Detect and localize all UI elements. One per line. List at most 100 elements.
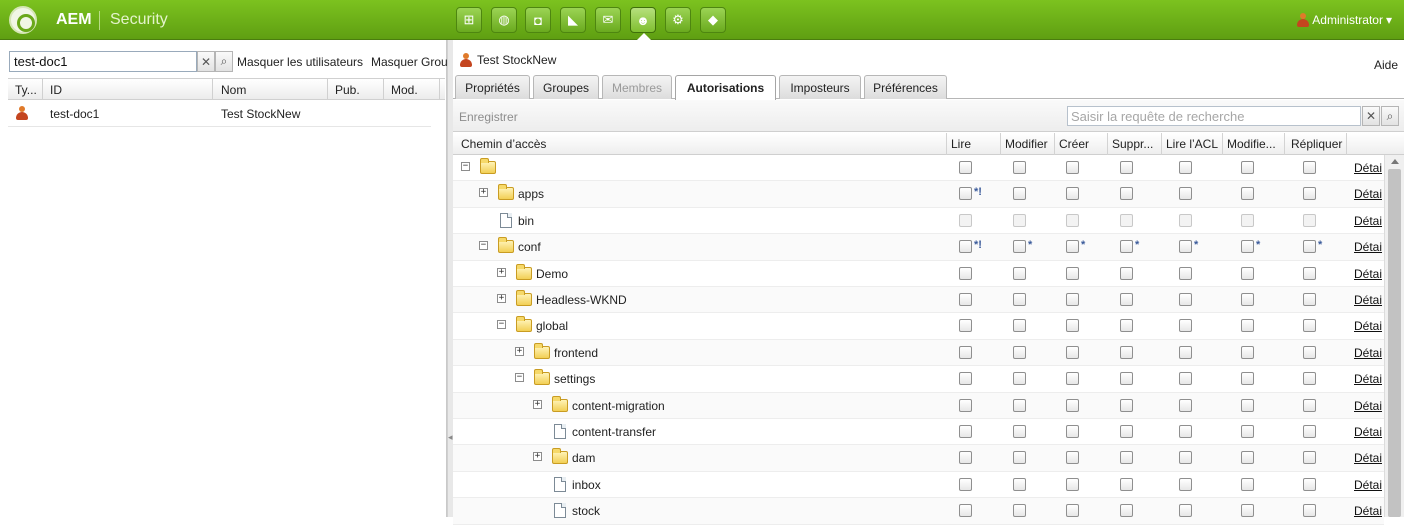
details-link[interactable]: Détai: [1354, 372, 1382, 386]
permission-checkbox[interactable]: [1303, 425, 1316, 438]
tab-impersonators[interactable]: Imposteurs: [779, 75, 861, 99]
permission-checkbox[interactable]: [1179, 398, 1192, 412]
permission-checkbox[interactable]: [1066, 425, 1079, 438]
permission-checkbox[interactable]: [1066, 398, 1079, 412]
sitemap-icon[interactable]: ⊞: [456, 7, 482, 33]
tree-node-label[interactable]: settings: [554, 372, 595, 386]
permission-checkbox[interactable]: [959, 319, 972, 333]
permission-checkbox[interactable]: [959, 187, 972, 201]
gear-icon[interactable]: ⚙: [665, 7, 691, 33]
permission-checkbox[interactable]: [1120, 398, 1133, 412]
details-link[interactable]: Détai: [1354, 504, 1382, 518]
permission-checkbox[interactable]: [1241, 504, 1254, 518]
col-read[interactable]: Lire: [951, 137, 971, 151]
tag-icon[interactable]: ◆: [700, 7, 726, 33]
collapse-icon[interactable]: −: [461, 162, 470, 171]
tab-permissions[interactable]: Autorisations: [675, 75, 776, 100]
details-link[interactable]: Détai: [1354, 319, 1382, 333]
permission-checkbox[interactable]: [1013, 477, 1026, 491]
permission-checkbox[interactable]: [1241, 319, 1254, 333]
permission-checkbox[interactable]: [1120, 451, 1133, 465]
col-replicate[interactable]: Répliquer: [1291, 137, 1342, 151]
tree-node-label[interactable]: global: [536, 319, 568, 333]
permission-checkbox[interactable]: [959, 345, 972, 359]
expand-icon[interactable]: +: [533, 452, 542, 462]
permission-checkbox[interactable]: [1013, 240, 1026, 254]
tab-preferences[interactable]: Préférences: [864, 75, 947, 99]
permission-checkbox[interactable]: [1303, 240, 1316, 254]
tree-row[interactable]: − settings Détai: [453, 366, 1384, 393]
tree-node-label[interactable]: apps: [518, 187, 544, 201]
expand-icon[interactable]: +: [533, 399, 542, 409]
scroll-thumb[interactable]: [1388, 169, 1401, 517]
permission-checkbox[interactable]: [1241, 477, 1254, 491]
permission-checkbox[interactable]: [1179, 266, 1192, 280]
permission-checkbox[interactable]: [1179, 372, 1192, 386]
permission-checkbox[interactable]: [1241, 240, 1254, 254]
permission-checkbox[interactable]: [1120, 293, 1133, 306]
tree-row[interactable]: content-transfer Détai: [453, 419, 1384, 446]
permission-checkbox[interactable]: [1303, 319, 1316, 333]
permission-checkbox[interactable]: [1241, 161, 1254, 174]
query-search-input[interactable]: Saisir la requête de recherche: [1067, 106, 1361, 126]
tree-row[interactable]: + frontend Détai: [453, 339, 1384, 367]
tree-row[interactable]: stock Détai: [453, 498, 1384, 525]
col-delete[interactable]: Suppr...: [1112, 137, 1153, 151]
permission-checkbox[interactable]: [1179, 451, 1192, 465]
tree-node-label[interactable]: Headless-WKND: [536, 293, 627, 307]
details-link[interactable]: Détai: [1354, 425, 1382, 439]
permission-checkbox[interactable]: [1241, 425, 1254, 438]
permission-checkbox[interactable]: [1066, 161, 1079, 174]
permission-checkbox[interactable]: [1303, 477, 1316, 491]
permission-checkbox[interactable]: [1179, 293, 1192, 306]
permission-checkbox[interactable]: [1303, 372, 1316, 386]
permission-checkbox[interactable]: [1241, 398, 1254, 412]
tree-row[interactable]: + Demo Détai: [453, 261, 1384, 287]
details-link[interactable]: Détai: [1354, 346, 1382, 360]
tree-node-label[interactable]: content-migration: [572, 399, 665, 413]
tree-node-label[interactable]: dam: [572, 451, 595, 465]
permission-checkbox[interactable]: [1120, 345, 1133, 359]
permission-checkbox[interactable]: [1066, 187, 1079, 201]
col-name[interactable]: Nom: [221, 83, 246, 97]
col-mod[interactable]: Mod.: [391, 83, 418, 97]
details-link[interactable]: Détai: [1354, 161, 1382, 175]
tree-node-label[interactable]: inbox: [572, 478, 601, 492]
tree-row[interactable]: + Headless-WKND Détai: [453, 287, 1384, 314]
permission-checkbox[interactable]: [1303, 161, 1316, 174]
permission-checkbox[interactable]: [1303, 293, 1316, 306]
tree-row[interactable]: − global Détai: [453, 313, 1384, 340]
permission-checkbox[interactable]: [1120, 425, 1133, 438]
tree-row[interactable]: + apps *! Détai: [453, 181, 1384, 208]
permission-checkbox[interactable]: [1303, 345, 1316, 359]
save-button[interactable]: Enregistrer: [459, 110, 518, 124]
permission-checkbox[interactable]: [959, 477, 972, 491]
tree-node-label[interactable]: Demo: [536, 267, 568, 281]
permission-checkbox[interactable]: [1120, 372, 1133, 386]
tree-row[interactable]: + dam Détai: [453, 445, 1384, 472]
details-link[interactable]: Détai: [1354, 293, 1382, 307]
permission-checkbox[interactable]: [1013, 345, 1026, 359]
details-link[interactable]: Détai: [1354, 240, 1382, 254]
permission-checkbox[interactable]: [959, 161, 972, 174]
permission-checkbox[interactable]: [1241, 345, 1254, 359]
col-create[interactable]: Créer: [1059, 137, 1089, 151]
permission-checkbox[interactable]: [1179, 425, 1192, 438]
details-link[interactable]: Détai: [1354, 267, 1382, 281]
permission-checkbox[interactable]: [1013, 161, 1026, 174]
table-row[interactable]: test-doc1 Test StockNew: [8, 101, 431, 127]
details-link[interactable]: Détai: [1354, 451, 1382, 465]
permission-checkbox[interactable]: [1303, 398, 1316, 412]
col-modify[interactable]: Modifier: [1005, 137, 1048, 151]
permission-checkbox[interactable]: [1013, 266, 1026, 280]
permission-checkbox[interactable]: [1066, 319, 1079, 333]
permission-checkbox[interactable]: [959, 240, 972, 254]
permission-checkbox[interactable]: [1179, 345, 1192, 359]
collapse-arrow-icon[interactable]: ◂: [448, 432, 453, 443]
permission-checkbox[interactable]: [1013, 398, 1026, 412]
tree-node-label[interactable]: stock: [572, 504, 600, 518]
tree-row[interactable]: + content-migration Détai: [453, 392, 1384, 419]
permission-checkbox[interactable]: [1303, 187, 1316, 201]
permission-checkbox[interactable]: [1120, 187, 1133, 201]
globe-icon[interactable]: ◍: [491, 7, 517, 33]
